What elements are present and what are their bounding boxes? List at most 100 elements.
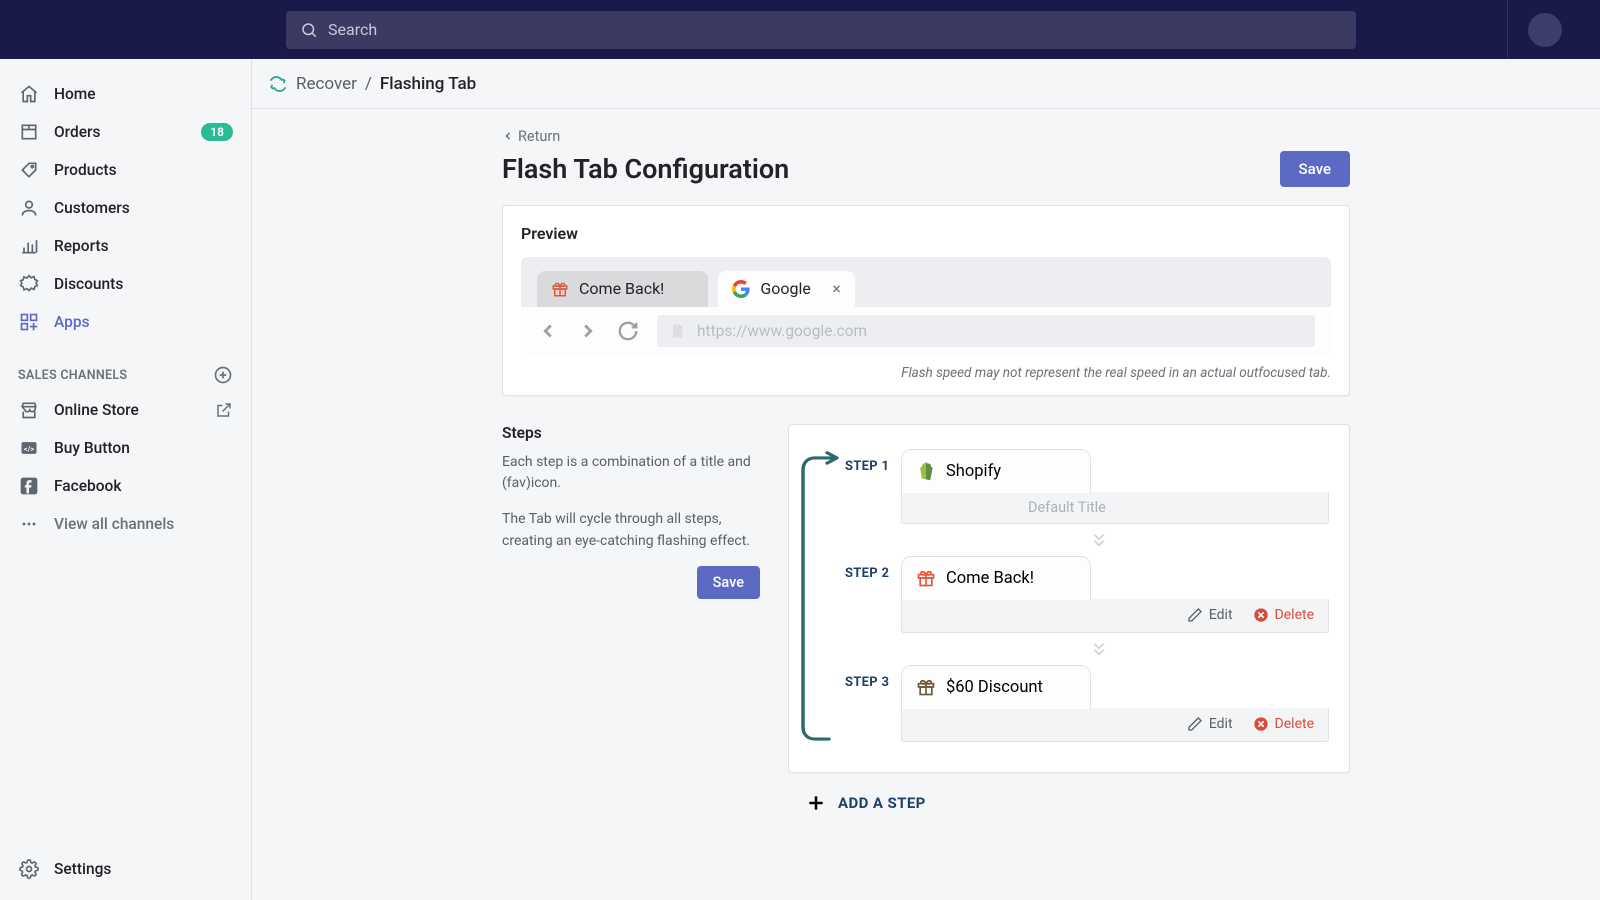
preview-tab-active-label: Come Back!	[579, 279, 664, 298]
step-tab-3: $60 Discount	[901, 665, 1091, 709]
sales-channels-label: SALES CHANNELS	[18, 368, 127, 383]
step-title-3: $60 Discount	[946, 678, 1043, 697]
gift-icon	[551, 280, 569, 298]
steps-desc-2: The Tab will cycle through all steps, cr…	[502, 509, 760, 552]
steps-desc-1: Each step is a combination of a title an…	[502, 452, 760, 495]
steps-description: Steps Each step is a combination of a ti…	[502, 424, 760, 600]
return-label: Return	[518, 128, 560, 145]
step-bar-1: Default Title	[901, 492, 1329, 524]
add-step-button[interactable]: ADD A STEP	[788, 773, 1350, 813]
step-label-2: STEP 2	[845, 566, 889, 581]
top-bar	[0, 0, 1600, 59]
sidebar-item-apps[interactable]: Apps	[0, 303, 251, 341]
step-bar-3: Edit Delete	[901, 708, 1329, 742]
step-tab-1: Shopify	[901, 449, 1091, 493]
gift-outline-icon	[916, 677, 936, 697]
delete-label: Delete	[1275, 607, 1314, 623]
nav-label: Products	[54, 161, 117, 179]
delete-icon	[1253, 716, 1269, 732]
page-icon	[669, 322, 685, 340]
pencil-icon	[1187, 716, 1203, 732]
nav-label: View all channels	[54, 515, 174, 533]
url-bar: https://www.google.com	[657, 315, 1315, 347]
back-icon	[537, 320, 559, 342]
reload-icon	[617, 320, 639, 342]
add-channel-icon[interactable]	[213, 365, 233, 385]
breadcrumb-current: Flashing Tab	[380, 74, 476, 94]
page-title: Flash Tab Configuration	[502, 153, 789, 185]
app-logo-icon	[268, 74, 288, 94]
nav-label: Discounts	[54, 275, 123, 293]
step-bar-2: Edit Delete	[901, 599, 1329, 633]
preview-card: Preview Come Back! Google ×	[502, 205, 1350, 396]
main-content: Return Flash Tab Configuration Save Prev…	[252, 109, 1600, 900]
preview-hint: Flash speed may not represent the real s…	[521, 365, 1331, 381]
steps-card: STEP 1 Shopify Default Title	[788, 424, 1350, 773]
store-icon	[18, 399, 40, 421]
delete-step-3[interactable]: Delete	[1253, 716, 1314, 732]
search-input-container[interactable]	[286, 11, 1356, 49]
facebook-icon	[18, 475, 40, 497]
edit-label: Edit	[1209, 716, 1233, 732]
sidebar-item-discounts[interactable]: Discounts	[0, 265, 251, 303]
customers-icon	[18, 197, 40, 219]
sidebar-item-customers[interactable]: Customers	[0, 189, 251, 227]
search-icon	[300, 21, 318, 39]
nav-label: Settings	[54, 860, 111, 878]
pencil-icon	[1187, 607, 1203, 623]
step-label-3: STEP 3	[845, 675, 889, 690]
save-button-secondary[interactable]: Save	[697, 566, 760, 599]
orders-badge: 18	[201, 123, 233, 141]
reports-icon	[18, 235, 40, 257]
save-button[interactable]: Save	[1280, 151, 1350, 187]
sidebar-view-all-channels[interactable]: View all channels	[0, 505, 251, 543]
step-label-1: STEP 1	[845, 459, 889, 474]
nav-label: Home	[54, 85, 96, 103]
preview-tab-other: Google ×	[718, 271, 855, 307]
breadcrumb-sep: /	[365, 74, 372, 94]
sidebar-channel-facebook[interactable]: Facebook	[0, 467, 251, 505]
step-row-2: STEP 2 Come Back! Edit Delete	[813, 556, 1329, 633]
sidebar-item-reports[interactable]: Reports	[0, 227, 251, 265]
sidebar-item-orders[interactable]: Orders 18	[0, 113, 251, 151]
home-icon	[18, 83, 40, 105]
external-link-icon[interactable]	[215, 401, 233, 419]
chevron-left-icon	[502, 130, 514, 142]
browser-preview: Come Back! Google × https://www.google.c…	[521, 257, 1331, 355]
preview-tab-active: Come Back!	[537, 271, 708, 307]
sales-channels-header: SALES CHANNELS	[0, 341, 251, 391]
products-icon	[18, 159, 40, 181]
sidebar-item-home[interactable]: Home	[0, 75, 251, 113]
return-link[interactable]: Return	[502, 128, 560, 145]
buy-button-icon: </>	[18, 437, 40, 459]
url-text: https://www.google.com	[697, 322, 867, 340]
forward-icon	[577, 320, 599, 342]
sidebar-item-products[interactable]: Products	[0, 151, 251, 189]
topbar-divider	[1507, 0, 1508, 59]
sidebar-channel-buy-button[interactable]: </> Buy Button	[0, 429, 251, 467]
breadcrumb-root[interactable]: Recover	[296, 74, 357, 94]
edit-step-3[interactable]: Edit	[1187, 716, 1233, 732]
google-icon	[732, 280, 750, 298]
search-input[interactable]	[328, 20, 1342, 39]
primary-nav: Home Orders 18 Products Customers Report…	[0, 59, 251, 543]
delete-label: Delete	[1275, 716, 1314, 732]
sidebar: Home Orders 18 Products Customers Report…	[0, 59, 252, 900]
step-row-3: STEP 3 $60 Discount Edit Delete	[813, 665, 1329, 742]
preview-heading: Preview	[521, 224, 1331, 243]
nav-label: Buy Button	[54, 439, 130, 457]
plus-icon	[806, 793, 826, 813]
apps-icon	[18, 311, 40, 333]
orders-icon	[18, 121, 40, 143]
delete-icon	[1253, 607, 1269, 623]
sidebar-item-settings[interactable]: Settings	[0, 850, 251, 900]
edit-step-2[interactable]: Edit	[1187, 607, 1233, 623]
delete-step-2[interactable]: Delete	[1253, 607, 1314, 623]
step-tab-2: Come Back!	[901, 556, 1091, 600]
discounts-icon	[18, 273, 40, 295]
sidebar-channel-online-store[interactable]: Online Store	[0, 391, 251, 429]
gift-icon	[916, 568, 936, 588]
default-title-placeholder: Default Title	[916, 499, 1106, 516]
step-title-2: Come Back!	[946, 569, 1034, 588]
avatar[interactable]	[1528, 13, 1562, 47]
